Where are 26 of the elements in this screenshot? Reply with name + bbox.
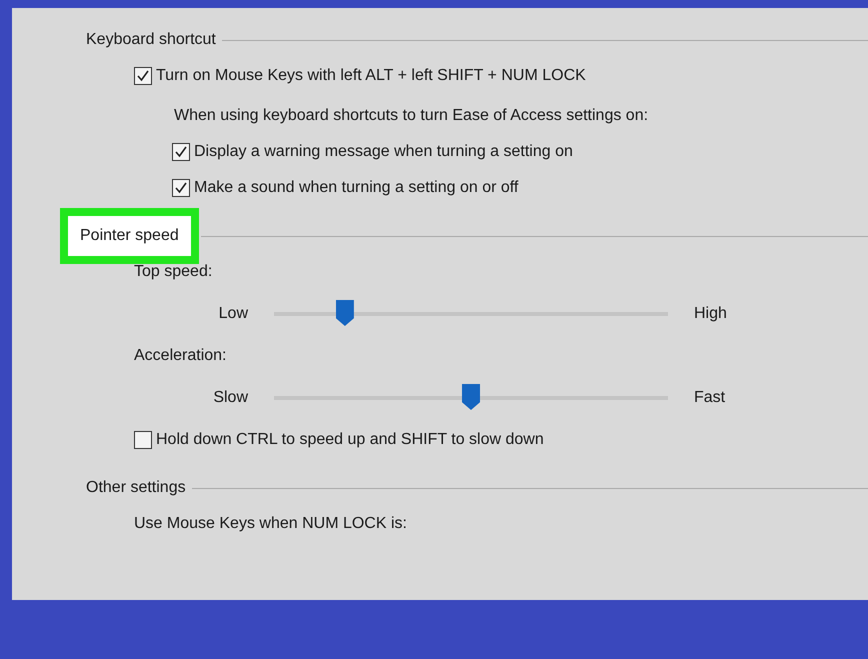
group-title: Pointer speed <box>60 208 199 264</box>
slider-max-label: High <box>693 304 727 324</box>
checkmark-icon <box>174 181 188 195</box>
slider-thumb[interactable] <box>462 384 480 410</box>
checkbox-label: Turn on Mouse Keys with left ALT + left SHIFT + NUM LOCK <box>156 66 586 86</box>
slider-min-label: Low <box>218 304 249 324</box>
slider[interactable] <box>274 384 668 412</box>
checkbox[interactable] <box>172 179 190 197</box>
setting-label: Top speed: <box>134 262 212 282</box>
checkbox[interactable] <box>172 143 190 161</box>
checkbox-label: Hold down CTRL to speed up and SHIFT to slow down <box>156 430 544 450</box>
slider-min-label: Slow <box>212 388 249 408</box>
slider[interactable] <box>274 300 668 328</box>
checkbox[interactable] <box>134 431 152 449</box>
slider-max-label: Fast <box>693 388 726 408</box>
checkmark-icon <box>174 145 188 159</box>
setting-label: Use Mouse Keys when NUM LOCK is: <box>134 514 407 534</box>
slider-thumb[interactable] <box>336 300 354 326</box>
group-title: Keyboard shortcut <box>85 30 217 50</box>
setting-label: Acceleration: <box>134 346 226 366</box>
group-title: Other settings <box>85 478 187 498</box>
checkmark-icon <box>136 69 150 83</box>
checkbox-label: Display a warning message when turning a setting on <box>194 142 573 162</box>
checkbox[interactable] <box>134 67 152 85</box>
instruction-text: When using keyboard shortcuts to turn Ease of Access settings on: <box>174 106 648 126</box>
checkbox-label: Make a sound when turning a setting on or off <box>194 178 518 198</box>
